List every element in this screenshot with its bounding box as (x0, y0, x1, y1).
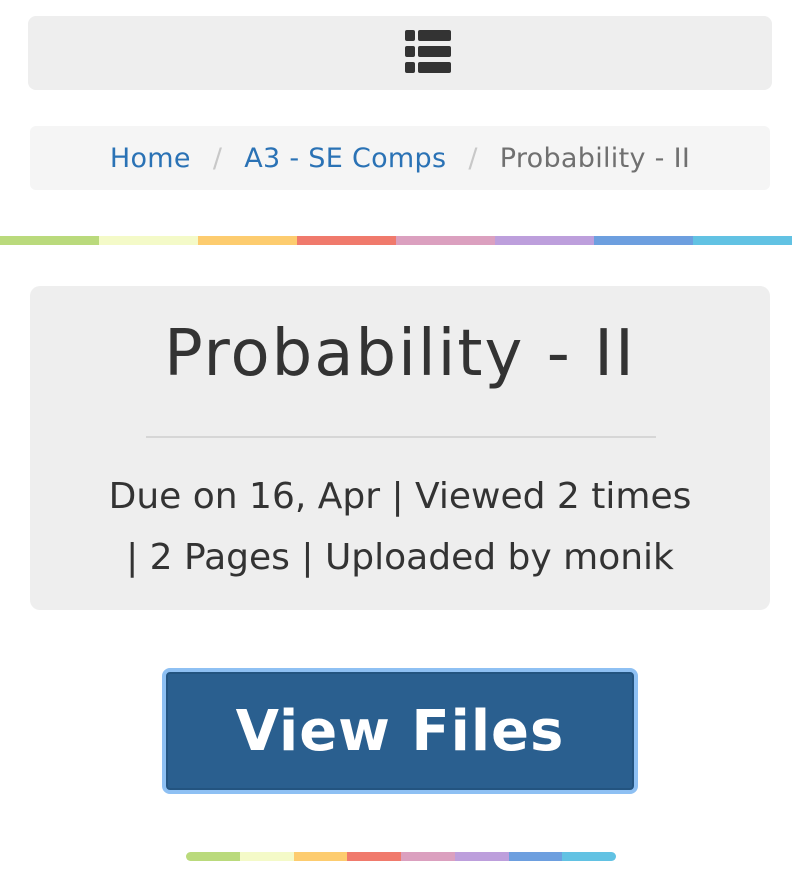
breadcrumb-separator: / (212, 142, 223, 174)
document-meta-line: | 2 Pages | Uploaded by monik (126, 537, 674, 578)
rainbow-segment (594, 236, 693, 245)
breadcrumb-current: Probability - II (499, 142, 691, 174)
view-files-button[interactable]: View Files (162, 668, 638, 794)
breadcrumb-separator: / (468, 142, 478, 174)
rainbow-divider-bottom (186, 852, 616, 861)
rainbow-divider-top (0, 236, 792, 245)
rainbow-segment (495, 236, 594, 245)
rainbow-segment (297, 236, 396, 245)
rainbow-segment (562, 852, 616, 861)
breadcrumb-home-link[interactable]: Home (110, 143, 191, 174)
rainbow-segment (186, 852, 240, 861)
title-divider (146, 436, 656, 438)
menu-toggle-button[interactable] (28, 16, 772, 90)
document-info-card: Probability - II Due on 16, Apr | Viewed… (30, 286, 770, 610)
breadcrumb: Home / A3 - SE Comps / Probability - II (30, 126, 770, 190)
breadcrumb-course-link[interactable]: A3 - SE Comps (244, 143, 446, 174)
rainbow-segment (293, 852, 348, 861)
rainbow-segment (454, 852, 509, 861)
list-icon (405, 30, 451, 73)
document-meta: Due on 16, Apr | Viewed 2 times | 2 Page… (50, 466, 750, 588)
page-title: Probability - II (164, 317, 636, 391)
rainbow-segment (508, 852, 563, 861)
rainbow-segment (401, 852, 455, 861)
rainbow-segment (396, 236, 495, 245)
rainbow-segment (239, 852, 294, 861)
rainbow-segment (198, 236, 297, 245)
rainbow-segment (0, 236, 99, 245)
document-meta-line: Due on 16, Apr | Viewed 2 times (108, 476, 692, 517)
rainbow-segment (99, 236, 198, 245)
rainbow-segment (347, 852, 401, 861)
rainbow-segment (693, 236, 792, 245)
